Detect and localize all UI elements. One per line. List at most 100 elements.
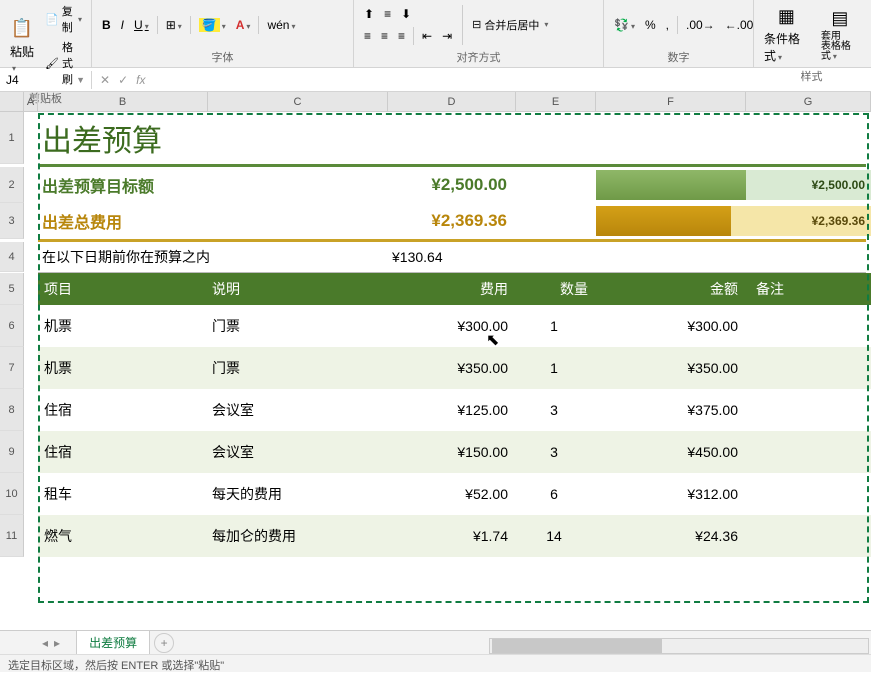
underline-button[interactable]: U <box>130 16 153 34</box>
cell-item[interactable]: 机票 <box>38 358 206 378</box>
indent-inc-button[interactable]: ⇥ <box>438 27 456 45</box>
cell-desc[interactable]: 会议室 <box>206 442 386 462</box>
row-header[interactable]: 4 <box>0 242 24 272</box>
cancel-icon[interactable]: ✕ <box>100 73 110 87</box>
cell-qty[interactable]: 14 <box>514 528 594 544</box>
cell-amount[interactable]: ¥375.00 <box>594 402 744 418</box>
table-row: 6机票门票¥300.001¥300.00 <box>0 305 871 347</box>
dec-decimal-button[interactable]: ←.00 <box>721 16 758 34</box>
cell-cost[interactable]: ¥350.00 <box>386 360 514 376</box>
cell-item[interactable]: 住宿 <box>38 442 206 462</box>
row-header[interactable]: 5 <box>0 273 24 305</box>
font-color-button[interactable]: A <box>232 16 255 34</box>
formula-input[interactable] <box>153 78 871 82</box>
cell-amount[interactable]: ¥450.00 <box>594 444 744 460</box>
cell-qty[interactable]: 3 <box>514 402 594 418</box>
table-format-button[interactable]: ▤ 套用 表格格式 <box>817 4 863 64</box>
cell-cost[interactable]: ¥300.00 <box>386 318 514 334</box>
indent-dec-button[interactable]: ⇤ <box>418 27 436 45</box>
copy-button[interactable]: 📄复制 <box>42 2 85 36</box>
table-format-icon: ▤ <box>828 6 852 30</box>
select-all-corner[interactable] <box>0 92 24 111</box>
col-header[interactable]: E <box>516 92 596 111</box>
enter-icon[interactable]: ✓ <box>118 73 128 87</box>
align-group-label: 对齐方式 <box>360 47 597 65</box>
tab-nav-next[interactable]: ▸ <box>54 636 60 650</box>
row-header[interactable]: 6 <box>0 305 24 347</box>
row-header[interactable]: 2 <box>0 167 24 203</box>
cell-desc[interactable]: 门票 <box>206 316 386 336</box>
clipboard-icon: 📋 <box>10 17 34 41</box>
currency-button[interactable]: 💱 <box>610 16 639 34</box>
cell-desc[interactable]: 每天的费用 <box>206 484 386 504</box>
cell-desc[interactable]: 门票 <box>206 358 386 378</box>
scrollbar-thumb[interactable] <box>492 639 662 653</box>
align-middle-button[interactable]: ≡ <box>380 5 395 23</box>
bold-button[interactable]: B <box>98 16 115 34</box>
cell-amount[interactable]: ¥350.00 <box>594 360 744 376</box>
target-label: 出差预算目标额 <box>38 179 154 196</box>
col-header[interactable]: F <box>596 92 746 111</box>
align-right-button[interactable]: ≡ <box>394 27 409 45</box>
row-header[interactable]: 7 <box>0 347 24 389</box>
add-sheet-button[interactable]: + <box>154 633 174 653</box>
name-box[interactable]: J4 ▼ <box>0 71 92 89</box>
cell-cost[interactable]: ¥52.00 <box>386 486 514 502</box>
cell-item[interactable]: 租车 <box>38 484 206 504</box>
col-header[interactable]: B <box>38 92 208 111</box>
target-bar <box>596 170 746 200</box>
paste-label: 粘贴 <box>10 43 34 74</box>
align-top-button[interactable]: ⬆ <box>360 5 378 23</box>
cell-qty[interactable]: 6 <box>514 486 594 502</box>
th-amount: 金额 <box>594 279 744 299</box>
cell-item[interactable]: 住宿 <box>38 400 206 420</box>
fill-color-button[interactable]: 🪣 <box>195 16 230 34</box>
cond-format-button[interactable]: ▦ 条件格式 <box>760 2 813 66</box>
paste-button[interactable]: 📋 粘贴 <box>6 15 38 76</box>
cell-qty[interactable]: 1 <box>514 360 594 376</box>
phonetic-button[interactable]: wén <box>263 16 299 34</box>
align-left-button[interactable]: ≡ <box>360 27 375 45</box>
col-header[interactable]: D <box>388 92 516 111</box>
table-row: 7机票门票¥350.001¥350.00 <box>0 347 871 389</box>
cell-qty[interactable]: 1 <box>514 318 594 334</box>
row-header[interactable]: 8 <box>0 389 24 431</box>
ribbon: 📋 粘贴 📄复制 🖌格式刷 剪贴板 B I U ⊞ 🪣 A <box>0 0 871 68</box>
cell-cost[interactable]: ¥125.00 <box>386 402 514 418</box>
row-header[interactable]: 11 <box>0 515 24 557</box>
table-row: 9 住宿会议室¥150.003¥450.00 <box>0 431 871 473</box>
col-header[interactable]: C <box>208 92 388 111</box>
cell-qty[interactable]: 3 <box>514 444 594 460</box>
cell-cost[interactable]: ¥150.00 <box>386 444 514 460</box>
horizontal-scrollbar[interactable] <box>489 638 869 654</box>
inc-decimal-button[interactable]: .00→ <box>682 16 719 34</box>
sheet-tab-active[interactable]: 出差预算 <box>76 630 150 656</box>
total-bar <box>596 206 731 236</box>
row-header[interactable]: 3 <box>0 203 24 239</box>
target-bar-value: ¥2,500.00 <box>746 170 871 200</box>
cell-item[interactable]: 燃气 <box>38 526 206 546</box>
tab-nav-prev[interactable]: ◂ <box>42 636 48 650</box>
cell-desc[interactable]: 会议室 <box>206 400 386 420</box>
fx-icon[interactable]: fx <box>136 73 145 87</box>
cell-cost[interactable]: ¥1.74 <box>386 528 514 544</box>
cell-amount[interactable]: ¥24.36 <box>594 528 744 544</box>
row-header[interactable]: 10 <box>0 473 24 515</box>
cell-amount[interactable]: ¥300.00 <box>594 318 744 334</box>
cell-amount[interactable]: ¥312.00 <box>594 486 744 502</box>
row-header[interactable]: 9 <box>0 431 24 473</box>
italic-button[interactable]: I <box>117 16 128 34</box>
row-header[interactable]: 1 <box>0 112 24 164</box>
cell-desc[interactable]: 每加仑的费用 <box>206 526 386 546</box>
align-center-button[interactable]: ≡ <box>377 27 392 45</box>
worksheet[interactable]: 1 出差预算 2 出差预算目标额 ¥2,500.00 ¥2,500.00 3 出… <box>0 112 871 557</box>
col-header[interactable]: G <box>746 92 871 111</box>
merge-center-button[interactable]: ⊟合并后居中 <box>469 16 551 34</box>
comma-button[interactable]: , <box>662 16 673 34</box>
border-button[interactable]: ⊞ <box>162 16 186 34</box>
cell-item[interactable]: 机票 <box>38 316 206 336</box>
align-bottom-button[interactable]: ⬇ <box>397 5 415 23</box>
cond-format-label: 条件格式 <box>764 30 809 64</box>
percent-button[interactable]: % <box>641 16 660 34</box>
col-header[interactable]: A <box>24 92 38 111</box>
